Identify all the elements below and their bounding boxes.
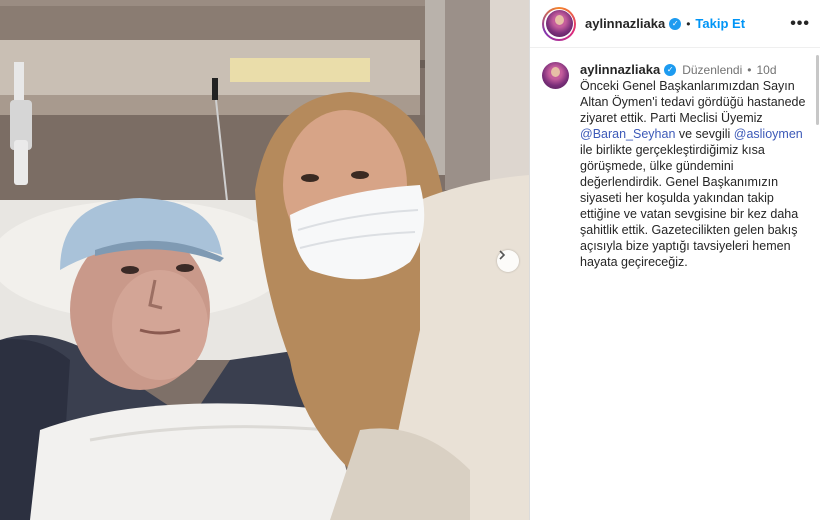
hospital-selfie-image (0, 0, 529, 520)
post-time[interactable]: 10d (756, 62, 776, 78)
post-side-panel: aylinnazliaka ✓ • Takip Et ••• aylinnazl… (529, 0, 820, 520)
follow-button[interactable]: Takip Et (695, 16, 745, 31)
header-username[interactable]: aylinnazliaka (585, 16, 665, 31)
instagram-post: aylinnazliaka ✓ • Takip Et ••• aylinnazl… (0, 0, 820, 520)
mention-link[interactable]: @Baran_Seyhan (580, 127, 675, 141)
avatar[interactable] (545, 10, 573, 37)
caption-header: aylinnazliaka ✓ Düzenlendi • 10d (580, 62, 808, 78)
scrollbar[interactable] (816, 55, 819, 125)
caption-body: aylinnazliaka ✓ Düzenlendi • 10d Önceki … (580, 62, 808, 270)
header-separator: • (686, 16, 691, 31)
verified-badge-icon: ✓ (664, 64, 677, 76)
edited-label: Düzenlendi (682, 63, 743, 77)
caption-text-part: Önceki Genel Başkanlarımızdan Sayın Alta… (580, 79, 806, 125)
caption-username[interactable]: aylinnazliaka (580, 62, 660, 78)
post-photo[interactable] (0, 0, 529, 520)
caption-text-part: ve sevgili (675, 127, 734, 141)
caption-separator: • (747, 63, 752, 77)
caption-text-part: ile birlikte gerçekleştirdiğimiz kısa gö… (580, 143, 799, 269)
next-arrow-icon[interactable] (497, 250, 519, 272)
caption: aylinnazliaka ✓ Düzenlendi • 10d Önceki … (530, 48, 820, 270)
caption-avatar[interactable] (542, 62, 569, 89)
more-options-icon[interactable]: ••• (790, 15, 810, 33)
post-header: aylinnazliaka ✓ • Takip Et ••• (530, 0, 820, 48)
profile-avatar-ring[interactable] (542, 6, 576, 41)
mention-link[interactable]: @aslioymen (734, 127, 803, 141)
verified-badge-icon: ✓ (669, 17, 682, 30)
caption-text: Önceki Genel Başkanlarımızdan Sayın Alta… (580, 78, 808, 270)
